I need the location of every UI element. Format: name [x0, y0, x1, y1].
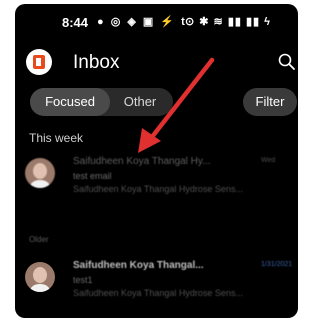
search-icon[interactable]: [277, 52, 297, 72]
page-title: Inbox: [73, 52, 120, 73]
email-preview: Saifudheen Koya Thangal Hydrose Sens...: [73, 288, 243, 298]
status-time: 8:44: [62, 15, 89, 30]
phone-screen: 8:44 ● ◎ ◈ ▣ ⚡ t ⊙ ✱ ≋ ▮▮ ▮▮ ϟ Inbox Foc…: [15, 4, 298, 318]
office-logo: [33, 55, 45, 69]
tab-focused[interactable]: Focused: [30, 88, 110, 116]
email-date: 1/31/2021: [261, 261, 293, 268]
status-bar: 8:44 ● ◎ ◈ ▣ ⚡ t ⊙ ✱ ≋ ▮▮ ▮▮ ϟ: [15, 4, 298, 38]
inbox-tabs-bar: Focused Other Filter: [15, 88, 298, 118]
email-date: Wed: [261, 157, 276, 164]
avatar: [25, 262, 55, 292]
list-item[interactable]: Saifudheen Koya Thangal... test1 Saifudh…: [15, 252, 298, 312]
email-preview: Saifudheen Koya Thangal Hydrose Sens...: [73, 184, 243, 194]
tab-other[interactable]: Other: [114, 88, 166, 116]
email-sender: Saifudheen Koya Thangal...: [73, 260, 204, 271]
section-header-this-week: This week: [29, 131, 84, 145]
email-subject: test email: [73, 171, 112, 181]
avatar: [25, 158, 55, 188]
email-sender: Saifudheen Koya Thangal Hy...: [73, 156, 211, 167]
notification-icons: ● ◎ ◈ ▣ ⚡ t: [97, 16, 187, 28]
inbox-tabs: Focused Other: [30, 88, 173, 116]
office-icon[interactable]: [26, 49, 52, 75]
section-header-older: Older: [29, 235, 49, 244]
system-icons: ⊙ ✱ ≋ ▮▮ ▮▮ ϟ: [185, 16, 271, 28]
email-subject: test1: [73, 275, 93, 285]
list-item[interactable]: Saifudheen Koya Thangal Hy... test email…: [15, 148, 298, 208]
filter-button[interactable]: Filter: [243, 88, 297, 116]
inbox-header: Inbox: [15, 40, 298, 84]
